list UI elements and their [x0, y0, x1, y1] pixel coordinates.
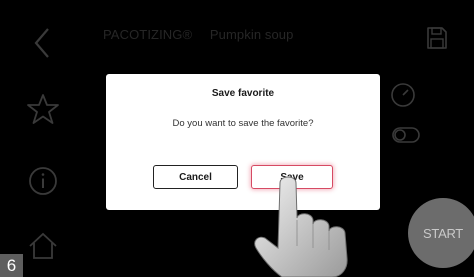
save-icon[interactable] [426, 26, 448, 50]
pointing-hand-icon [254, 176, 348, 277]
machine-screen: PACOTIZING® Pumpkin soup START Save favo… [0, 0, 474, 277]
recipe-name: Pumpkin soup [209, 27, 294, 42]
info-icon[interactable] [26, 164, 60, 198]
step-number-badge: 6 [0, 254, 23, 277]
back-chevron-icon[interactable] [26, 26, 60, 60]
brand-label: PACOTIZING® [103, 27, 193, 42]
gauge-icon[interactable] [390, 82, 416, 108]
cancel-button[interactable]: Cancel [153, 165, 238, 189]
toggle-icon[interactable] [392, 125, 420, 145]
home-icon[interactable] [26, 228, 60, 262]
start-button[interactable]: START [408, 198, 474, 268]
header-title: PACOTIZING® Pumpkin soup [103, 27, 293, 42]
star-icon[interactable] [26, 92, 60, 126]
dialog-title: Save favorite [211, 88, 275, 99]
step-number: 6 [6, 255, 17, 275]
cancel-button-label: Cancel [179, 171, 212, 183]
start-button-label: START [423, 225, 463, 241]
dialog-message: Do you want to save the favorite? [172, 118, 314, 129]
